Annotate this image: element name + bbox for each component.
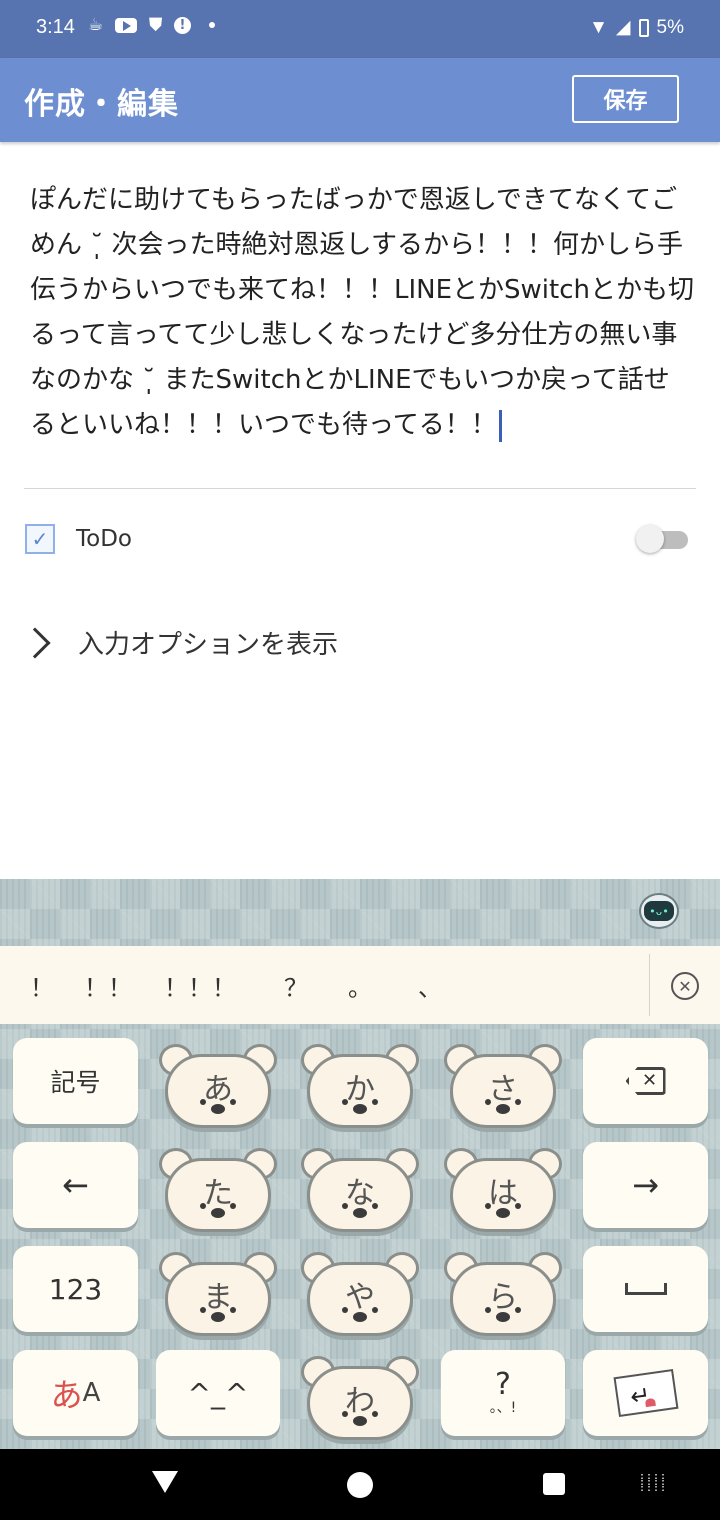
key-wa-label: わ: [345, 1384, 375, 1419]
suggestion-item[interactable]: ！: [30, 968, 54, 1003]
symbol-key[interactable]: 記号: [13, 1038, 138, 1124]
signal-icon: ◢: [615, 17, 631, 38]
key-ka-label: か: [345, 1072, 375, 1107]
key-na[interactable]: な: [297, 1148, 423, 1236]
key-ra-label: ら: [488, 1280, 518, 1315]
punctuation-sub: 。、!: [489, 1400, 517, 1416]
youtube-icon: [115, 17, 138, 33]
memo-text: ぽんだに助けてもらったばっかで恩返しできてなくてごめん ˘̩̩̩ 次会った時絶対…: [30, 185, 694, 440]
key-ya[interactable]: や: [297, 1252, 423, 1340]
save-button[interactable]: 保存: [572, 75, 679, 123]
input-options-row[interactable]: 入力オプションを表示: [19, 624, 339, 661]
close-suggestions-icon[interactable]: ✕: [671, 972, 699, 1000]
suggestion-item[interactable]: 。: [348, 968, 372, 1003]
back-icon[interactable]: [152, 1471, 178, 1493]
home-icon[interactable]: [347, 1472, 373, 1498]
app-bar: 作成・編集 保存: [0, 58, 720, 142]
key-ha-label: は: [488, 1176, 518, 1211]
key-ta[interactable]: た: [155, 1148, 281, 1236]
text-caret: [498, 409, 502, 442]
memo-text-field[interactable]: ぽんだに助けてもらったばっかで恩返しできてなくてごめん ˘̩̩̩ 次会った時絶対…: [30, 178, 694, 448]
backspace-icon: ✕: [625, 1067, 666, 1095]
key-ka[interactable]: か: [297, 1044, 423, 1132]
battery-percent: 5%: [656, 16, 684, 38]
check-icon: ✓: [31, 527, 49, 551]
key-na-label: な: [345, 1176, 375, 1211]
key-sa[interactable]: さ: [440, 1044, 566, 1132]
key-ma[interactable]: ま: [155, 1252, 281, 1340]
key-ma-label: ま: [203, 1280, 233, 1315]
key-a[interactable]: あ: [155, 1044, 281, 1132]
todo-label: ToDo: [76, 526, 132, 552]
todo-toggle[interactable]: [636, 525, 688, 553]
chevron-right-icon: [19, 626, 51, 659]
suggestion-item[interactable]: ！！！: [164, 968, 236, 1003]
key-ra[interactable]: ら: [440, 1252, 566, 1340]
suggestion-separator: [649, 954, 650, 1016]
alert-icon: !: [174, 16, 191, 34]
recents-icon[interactable]: [543, 1473, 565, 1495]
wifi-icon: ▼: [589, 16, 608, 38]
input-mode-sub: A: [82, 1378, 101, 1408]
cursor-left-key[interactable]: ←: [13, 1142, 138, 1228]
number-mode-key[interactable]: 123: [13, 1246, 138, 1332]
cursor-right-key[interactable]: →: [583, 1142, 708, 1228]
space-icon: [624, 1283, 667, 1295]
punctuation-key[interactable]: ? 。、!: [441, 1350, 565, 1436]
status-time: 3:14: [36, 16, 75, 38]
status-bar: 3:14 ☕ ⛊ ! ▼ ◢ 5%: [0, 0, 720, 58]
suggestion-item[interactable]: ！！: [84, 968, 132, 1003]
key-ya-label: や: [345, 1280, 375, 1315]
shield-alert-icon: ⛊: [149, 15, 162, 35]
battery-icon: [638, 18, 649, 37]
backspace-key[interactable]: ✕: [583, 1038, 708, 1124]
punctuation-main: ?: [495, 1367, 511, 1402]
input-options-label: 入力オプションを表示: [78, 630, 339, 660]
input-mode-key[interactable]: あA: [13, 1350, 138, 1436]
key-sa-label: さ: [488, 1072, 518, 1107]
space-key[interactable]: [583, 1246, 708, 1332]
key-ta-label: た: [203, 1176, 233, 1211]
page-title: 作成・編集: [24, 87, 179, 122]
toggle-thumb: [636, 525, 664, 553]
enter-key[interactable]: ↵: [583, 1350, 708, 1436]
status-right: ▼ ◢ 5%: [589, 16, 684, 39]
suggestion-item[interactable]: 、: [418, 968, 442, 1003]
keyboard-switch-icon[interactable]: ::::::::::::: [639, 1472, 666, 1494]
envelope-enter-icon: ↵: [613, 1369, 678, 1417]
divider: [24, 488, 696, 489]
suggestion-item[interactable]: ？: [284, 968, 308, 1003]
dot-icon: [209, 22, 215, 28]
emoticon-key[interactable]: ^_^: [156, 1350, 280, 1436]
keyboard-mascot-icon[interactable]: •ᴗ•: [639, 893, 679, 929]
key-a-label: あ: [203, 1072, 233, 1107]
todo-checkbox[interactable]: ✓: [25, 524, 55, 554]
key-ha[interactable]: は: [440, 1148, 566, 1236]
input-mode-main: あ: [50, 1376, 83, 1414]
cup-icon: ☕: [88, 15, 104, 35]
key-wa[interactable]: わ: [297, 1356, 423, 1444]
suggestion-bar: ！ ！！ ！！！ ？ 。 、: [0, 946, 720, 1024]
notification-icons: ☕ ⛊ !: [88, 15, 215, 35]
